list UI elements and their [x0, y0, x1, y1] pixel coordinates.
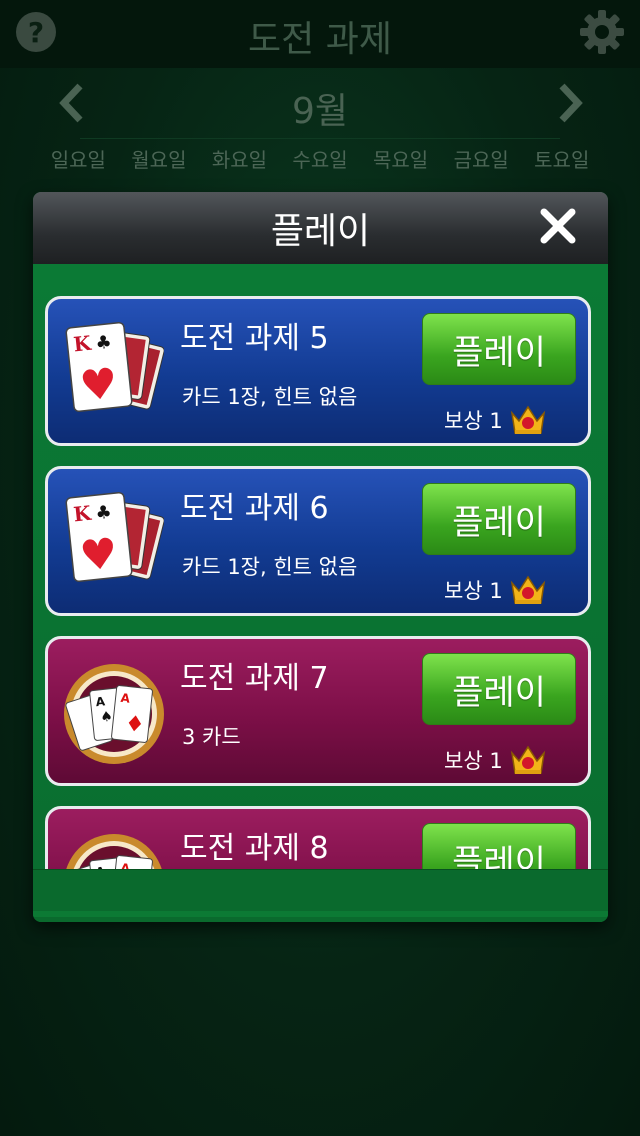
kings-cards-icon: K ♣ ♥ — [65, 321, 164, 413]
gear-icon[interactable] — [578, 8, 626, 56]
svg-text:♠: ♠ — [100, 709, 114, 726]
weekday-label: 토요일 — [534, 148, 590, 172]
reward-label: 보상 1 — [444, 579, 503, 603]
reward-label: 보상 1 — [444, 409, 503, 433]
challenge-description: 3 카드 — [182, 725, 241, 749]
svg-text:♥: ♥ — [77, 528, 120, 581]
month-label: 9월 — [291, 91, 349, 132]
top-bar: ? 도전 과제 — [0, 0, 640, 68]
dialog-footer — [33, 869, 608, 922]
svg-text:A: A — [120, 861, 131, 869]
challenge-name: 도전 과제 6 — [180, 491, 329, 526]
weekday-label: 금요일 — [453, 148, 509, 172]
challenge-name: 도전 과제 8 — [180, 831, 329, 866]
close-icon[interactable] — [538, 206, 578, 246]
svg-text:K: K — [72, 501, 92, 527]
kings-cards-icon: K ♣ ♥ — [65, 491, 164, 583]
reward: 보상 1 — [444, 743, 547, 777]
play-button[interactable]: 플레이 — [422, 313, 576, 385]
reward: 보상 1 — [444, 403, 547, 437]
month-navigation: 9월 — [0, 78, 640, 132]
challenge-card[interactable]: K ♣ ♥ 도전 과제 5 카드 1장, 힌트 없음 플레이 보상 1 — [45, 296, 591, 446]
page-title: 도전 과제 — [248, 19, 392, 60]
challenge-name: 도전 과제 5 — [180, 321, 329, 356]
svg-text:♦: ♦ — [124, 711, 146, 738]
aces-cards-icon: A ♠ A ♦ — [64, 664, 164, 764]
aces-cards-icon: A A — [65, 834, 162, 869]
svg-text:♥: ♥ — [77, 358, 120, 411]
weekday-header: 일요일 월요일 화요일 수요일 목요일 금요일 토요일 — [38, 144, 602, 173]
dialog-header: 플레이 — [33, 192, 608, 266]
chevron-right-icon[interactable] — [550, 78, 590, 128]
divider — [80, 138, 560, 139]
reward-label: 보상 1 — [444, 749, 503, 773]
svg-text:♣: ♣ — [94, 332, 112, 355]
crown-icon — [510, 575, 545, 604]
weekday-label: 화요일 — [211, 148, 268, 172]
svg-text:♣: ♣ — [94, 502, 112, 525]
challenge-card[interactable]: K ♣ ♥ 도전 과제 6 카드 1장, 힌트 없음 플레이 보상 1 — [45, 466, 591, 616]
play-button[interactable]: 플레이 — [422, 823, 576, 869]
play-button[interactable]: 플레이 — [422, 653, 576, 725]
challenge-name: 도전 과제 7 — [180, 661, 329, 696]
reward: 보상 1 — [444, 573, 547, 607]
crown-icon — [510, 405, 545, 434]
weekday-label: 일요일 — [50, 148, 106, 172]
weekday-label: 월요일 — [131, 148, 187, 172]
svg-text:K: K — [72, 331, 92, 357]
challenge-card[interactable]: A A 도전 과제 8 플레이 — [45, 806, 591, 869]
challenge-list[interactable]: K ♣ ♥ 도전 과제 5 카드 1장, 힌트 없음 플레이 보상 1 K ♣ … — [33, 264, 608, 869]
play-button[interactable]: 플레이 — [422, 483, 576, 555]
challenge-description: 카드 1장, 힌트 없음 — [182, 385, 358, 409]
challenge-card[interactable]: A ♠ A ♦ 도전 과제 7 3 카드 플레이 보상 1 — [45, 636, 591, 786]
play-dialog: 플레이 K ♣ ♥ 도전 과제 5 카드 1장, 힌트 없음 플레이 보상 1 — [33, 192, 608, 922]
dialog-title: 플레이 — [270, 211, 371, 252]
weekday-label: 수요일 — [292, 148, 348, 172]
challenge-description: 카드 1장, 힌트 없음 — [182, 555, 358, 579]
crown-icon — [510, 745, 545, 774]
weekday-label: 목요일 — [373, 148, 429, 172]
